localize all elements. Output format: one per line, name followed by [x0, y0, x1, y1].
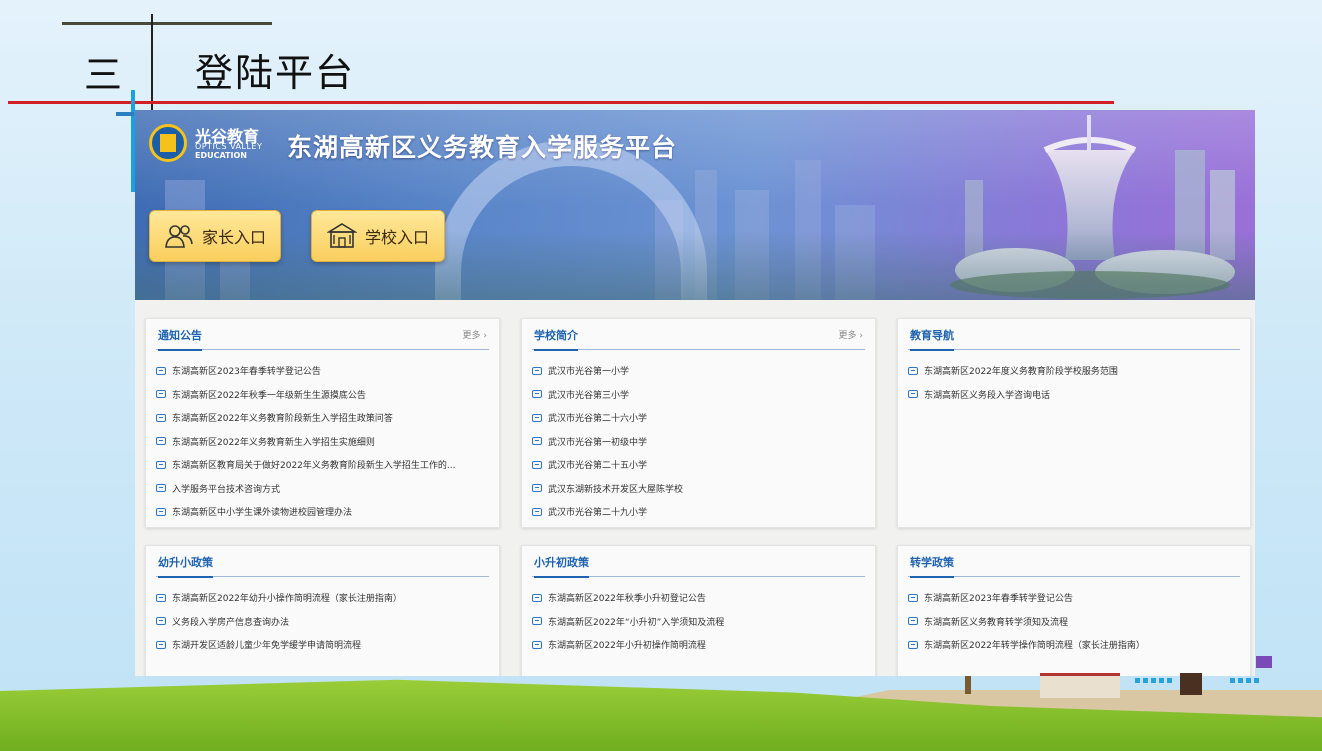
heading-divider — [151, 14, 153, 110]
message-bubble-icon — [156, 437, 166, 446]
message-bubble-icon — [532, 413, 542, 422]
notice-more-link[interactable]: 更多 › — [463, 328, 487, 341]
message-bubble-icon — [156, 460, 166, 469]
list-item[interactable]: 武汉市光谷第一初级中学 — [532, 430, 865, 454]
primary-policy-list: 东湖高新区2022年秋季小升初登记公告 东湖高新区2022年“小升初”入学须知及… — [532, 586, 865, 657]
list-item[interactable]: 东湖高新区义务段入学咨询电话 — [908, 383, 1240, 407]
primary-policy-title: 小升初政策 — [534, 554, 589, 578]
list-item[interactable]: 义务段入学房产信息查询办法 — [156, 610, 489, 634]
guide-card: 教育导航 东湖高新区2022年度义务教育阶段学校服务范围 东湖高新区义务段入学咨… — [897, 318, 1251, 528]
list-item[interactable]: 东湖高新区2022年义务教育阶段新生入学招生政策问答 — [156, 406, 489, 430]
primary-policy-card: 小升初政策 东湖高新区2022年秋季小升初登记公告 东湖高新区2022年“小升初… — [521, 545, 876, 676]
list-item[interactable]: 武汉市光谷第二十九小学 — [532, 500, 865, 524]
platform-screenshot: 光谷教育 OPTICS VALLEY EDUCATION 东湖高新区义务教育入学… — [135, 110, 1255, 676]
purple-block-decoration — [1256, 656, 1272, 668]
list-item[interactable]: 武汉市光谷第一小学 — [532, 359, 865, 383]
platform-banner: 光谷教育 OPTICS VALLEY EDUCATION 东湖高新区义务教育入学… — [135, 110, 1255, 300]
list-item[interactable]: 武汉市光谷第三小学 — [532, 383, 865, 407]
message-bubble-icon — [156, 484, 166, 493]
platform-title: 东湖高新区义务教育入学服务平台 — [287, 133, 678, 162]
list-item[interactable]: 东湖高新区2022年秋季小升初登记公告 — [532, 586, 865, 610]
windows-decoration — [1230, 678, 1259, 692]
message-bubble-icon — [908, 593, 918, 602]
message-bubble-icon — [532, 507, 542, 516]
heading-underline — [8, 101, 1114, 104]
accent-tick — [116, 112, 134, 116]
message-bubble-icon — [908, 390, 918, 399]
tree-decoration — [965, 676, 971, 694]
heading-top-rule — [62, 22, 272, 25]
list-item[interactable]: 东湖高新区2022年幼升小操作简明流程（家长注册指南） — [156, 586, 489, 610]
list-item[interactable]: 东湖高新区2022年“小升初”入学须知及流程 — [532, 610, 865, 634]
kindergarten-policy-card: 幼升小政策 东湖高新区2022年幼升小操作简明流程（家长注册指南） 义务段入学房… — [145, 545, 500, 676]
list-item[interactable]: 武汉市光谷第二十六小学 — [532, 406, 865, 430]
message-bubble-icon — [156, 366, 166, 375]
message-bubble-icon — [532, 617, 542, 626]
message-bubble-icon — [156, 640, 166, 649]
parent-entry-button[interactable]: 家长入口 — [149, 210, 281, 262]
slide-title: 登陆平台 — [195, 51, 356, 95]
school-icon — [326, 223, 357, 248]
kindergarten-policy-list: 东湖高新区2022年幼升小操作简明流程（家长注册指南） 义务段入学房产信息查询办… — [156, 586, 489, 657]
schools-more-link[interactable]: 更多 › — [839, 328, 863, 341]
message-bubble-icon — [908, 640, 918, 649]
message-bubble-icon — [156, 617, 166, 626]
schools-card-title: 学校简介 — [534, 327, 578, 351]
message-bubble-icon — [532, 640, 542, 649]
message-bubble-icon — [532, 390, 542, 399]
brand-english-line-2: EDUCATION — [195, 151, 247, 160]
notice-list: 东湖高新区2023年春季转学登记公告 东湖高新区2022年秋季一年级新生生源摸底… — [156, 359, 489, 524]
list-item[interactable]: 东湖高新区2023年春季转学登记公告 — [156, 359, 489, 383]
message-bubble-icon — [156, 390, 166, 399]
school-entry-label: 学校入口 — [364, 228, 429, 247]
guide-card-title: 教育导航 — [910, 327, 954, 351]
list-item[interactable]: 东湖高新区2022年度义务教育阶段学校服务范围 — [908, 359, 1240, 383]
message-bubble-icon — [532, 437, 542, 446]
list-item[interactable]: 东湖高新区中小学生课外读物进校园管理办法 — [156, 500, 489, 524]
list-item[interactable]: 东湖高新区2022年秋季一年级新生生源摸底公告 — [156, 383, 489, 407]
list-item[interactable]: 入学服务平台技术咨询方式 — [156, 477, 489, 501]
message-bubble-icon — [532, 593, 542, 602]
list-item[interactable]: 东湖高新区2022年转学操作简明流程（家长注册指南） — [908, 633, 1240, 657]
kindergarten-policy-title: 幼升小政策 — [158, 554, 213, 578]
notice-card: 通知公告 更多 › 东湖高新区2023年春季转学登记公告 东湖高新区2022年秋… — [145, 318, 500, 528]
message-bubble-icon — [532, 460, 542, 469]
transfer-policy-card: 转学政策 东湖高新区2023年春季转学登记公告 东湖高新区义务教育转学须知及流程… — [897, 545, 1251, 676]
parents-icon — [165, 225, 193, 248]
list-item[interactable]: 东湖高新区教育局关于做好2022年义务教育阶段新生入学招生工作的... — [156, 453, 489, 477]
message-bubble-icon — [908, 366, 918, 375]
list-item[interactable]: 东湖高新区2022年义务教育新生入学招生实施细则 — [156, 430, 489, 454]
windows-decoration — [1135, 678, 1172, 692]
list-item[interactable]: 武汉东湖新技术开发区大屋陈学校 — [532, 477, 865, 501]
message-bubble-icon — [156, 593, 166, 602]
list-item[interactable]: 东湖高新区2022年小升初操作简明流程 — [532, 633, 865, 657]
list-item[interactable]: 东湖高新区2023年春季转学登记公告 — [908, 586, 1240, 610]
slide-section-number: 三 — [84, 53, 123, 97]
grass-hill-decoration — [0, 679, 1322, 751]
transfer-policy-title: 转学政策 — [910, 554, 954, 578]
message-bubble-icon — [908, 617, 918, 626]
message-bubble-icon — [156, 507, 166, 516]
optics-valley-logo — [149, 124, 187, 162]
list-item[interactable]: 武汉市光谷第二十五小学 — [532, 453, 865, 477]
guide-list: 东湖高新区2022年度义务教育阶段学校服务范围 东湖高新区义务段入学咨询电话 — [908, 359, 1240, 406]
schools-card: 学校简介 更多 › 武汉市光谷第一小学 武汉市光谷第三小学 武汉市光谷第二十六小… — [521, 318, 876, 528]
schools-list: 武汉市光谷第一小学 武汉市光谷第三小学 武汉市光谷第二十六小学 武汉市光谷第一初… — [532, 359, 865, 524]
message-bubble-icon — [532, 484, 542, 493]
school-entry-button[interactable]: 学校入口 — [311, 210, 445, 262]
list-item[interactable]: 东湖开发区适龄儿童少年免学缓学申请简明流程 — [156, 633, 489, 657]
house-decoration — [1040, 673, 1120, 698]
message-bubble-icon — [532, 366, 542, 375]
house-door-decoration — [1180, 673, 1202, 695]
brand-english-line-1: OPTICS VALLEY — [195, 142, 263, 151]
notice-card-title: 通知公告 — [158, 327, 202, 351]
transfer-policy-list: 东湖高新区2023年春季转学登记公告 东湖高新区义务教育转学须知及流程 东湖高新… — [908, 586, 1240, 657]
parent-entry-label: 家长入口 — [201, 228, 266, 247]
list-item[interactable]: 东湖高新区义务教育转学须知及流程 — [908, 610, 1240, 634]
message-bubble-icon — [156, 413, 166, 422]
